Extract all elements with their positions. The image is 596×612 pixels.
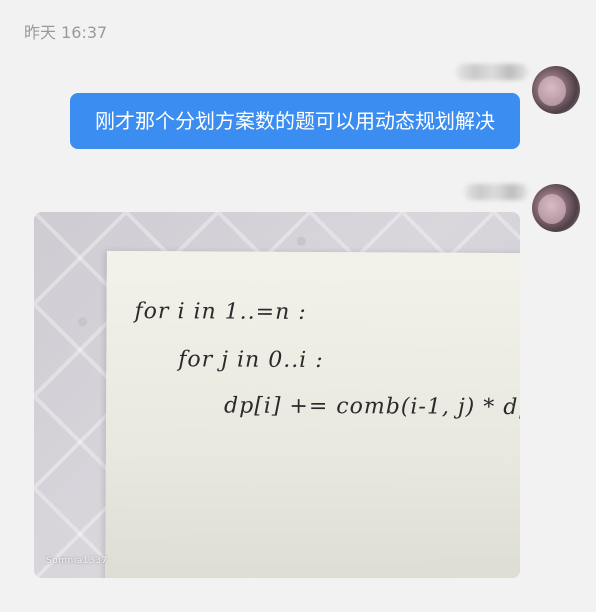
image-watermark: Somnia1337 [46,556,108,566]
code-line-1: for i in 1..=n : [134,299,307,325]
sender-name-blurred [456,64,528,80]
sender-name-blurred [464,184,528,200]
code-line-2: for j in 0..i : [178,347,324,374]
message-image[interactable]: for i in 1..=n : for j in 0..i : dp[i] +… [34,212,520,578]
sender-avatar[interactable] [532,66,580,114]
sender-avatar[interactable] [532,184,580,232]
message-bubble-text[interactable]: 刚才那个分划方案数的题可以用动态规划解决 [70,93,520,149]
message-timestamp: 昨天 16:37 [24,23,108,42]
handwritten-note-paper: for i in 1..=n : for j in 0..i : dp[i] +… [105,250,520,578]
message-text: 刚才那个分划方案数的题可以用动态规划解决 [95,109,495,133]
code-line-3: dp[i] += comb(i-1, j) * dp[j] [224,393,520,421]
